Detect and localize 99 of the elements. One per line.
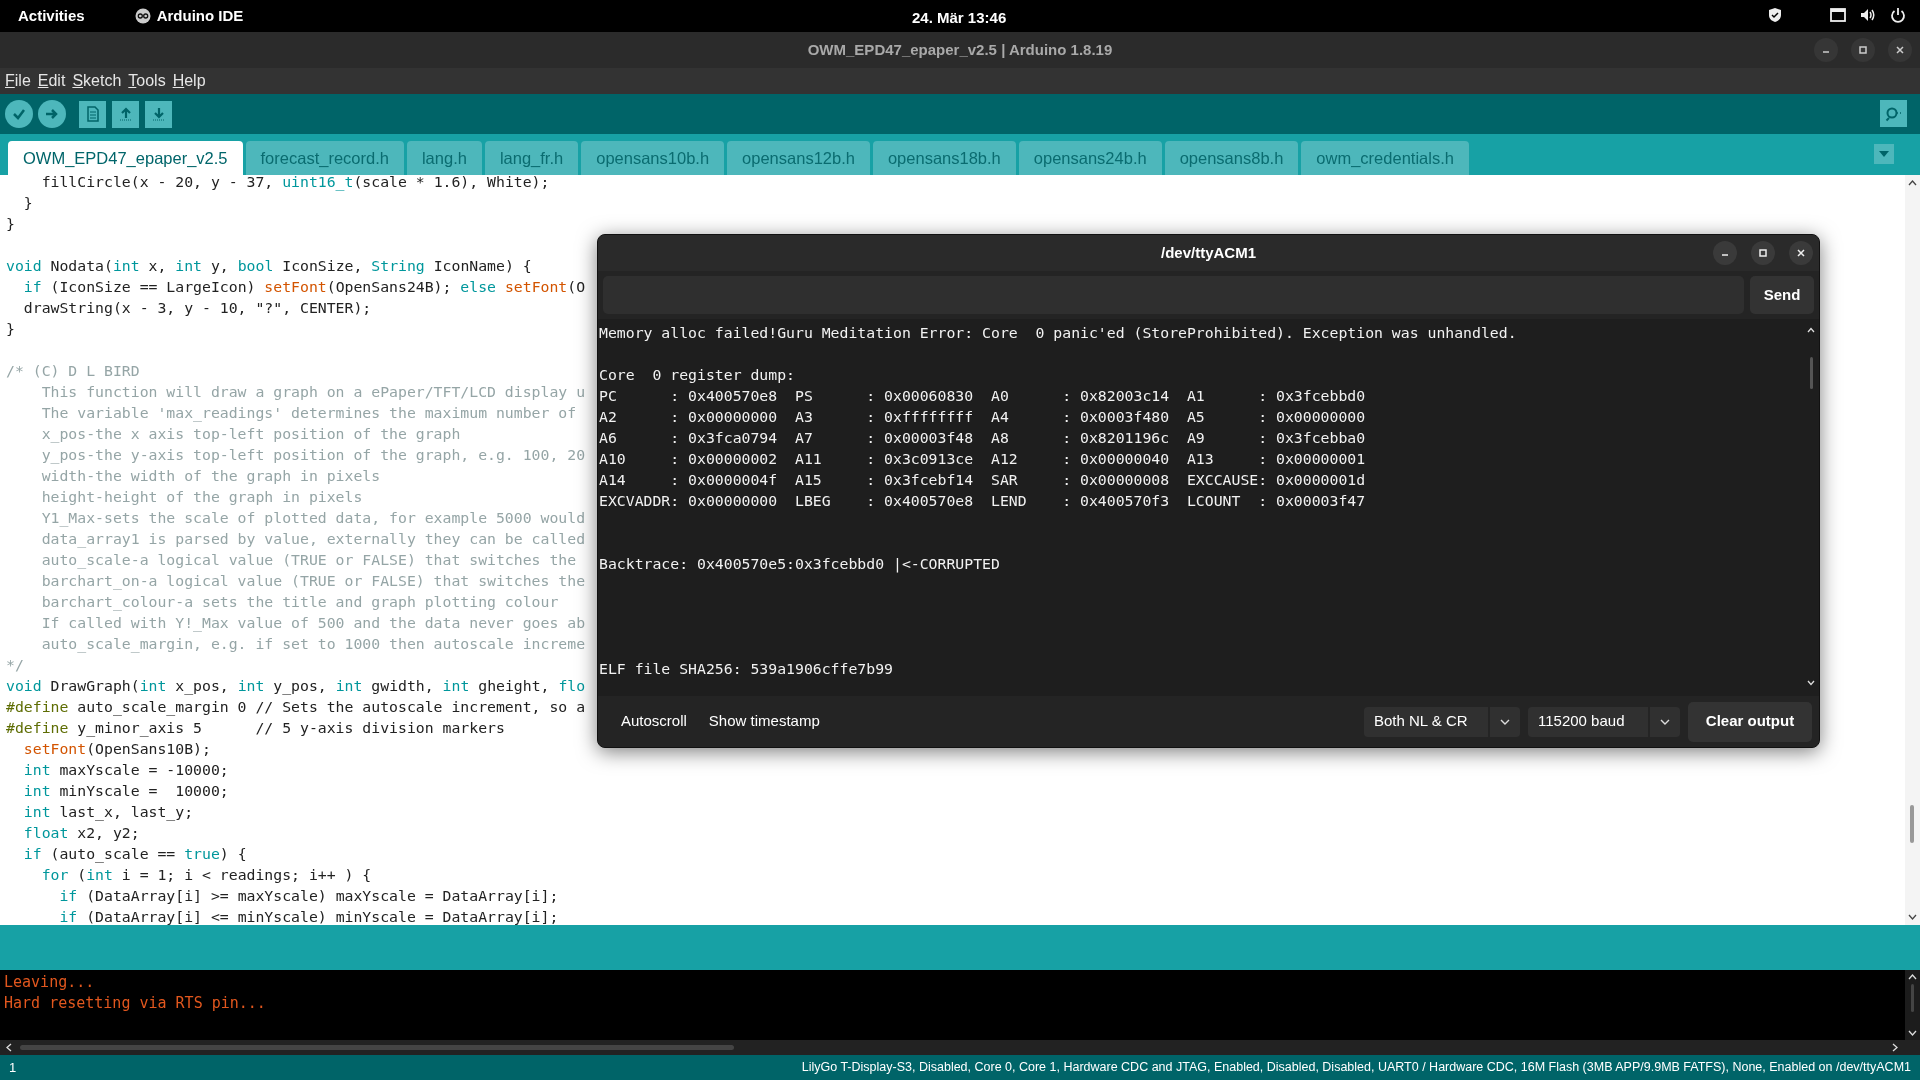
chevron-down-icon xyxy=(1660,718,1670,725)
serial-output-line: Core 0 register dump: xyxy=(599,365,795,385)
down-arrow-icon xyxy=(150,106,167,122)
search-icon xyxy=(1884,105,1903,122)
open-button[interactable] xyxy=(112,100,139,128)
up-arrow-icon xyxy=(117,106,134,122)
activities-button[interactable]: Activities xyxy=(18,4,85,28)
send-button[interactable]: Send xyxy=(1750,276,1814,314)
serial-output-line: EXCVADDR: 0x00000000 LBEG : 0x400570e8 LEND : 0x400570f3 LCOUNT : 0x00003f47 xyxy=(599,491,1366,511)
code-line: setFont(OpenSans10B); xyxy=(22,739,211,759)
close-button[interactable] xyxy=(1789,241,1813,265)
verify-button[interactable] xyxy=(5,100,33,128)
shield-icon[interactable] xyxy=(1768,7,1782,23)
code-line: } xyxy=(6,319,15,339)
maximize-icon xyxy=(1758,248,1768,258)
volume-icon[interactable] xyxy=(1860,7,1876,23)
close-icon xyxy=(1895,45,1905,55)
menu-item[interactable]: Help xyxy=(172,69,206,93)
autoscroll-button[interactable]: Autoscroll xyxy=(605,704,703,739)
code-line: width-the width of the graph in pixels xyxy=(40,466,381,486)
code-line: } xyxy=(6,214,15,234)
dropdown-arrow-button[interactable] xyxy=(1650,706,1680,737)
clock[interactable]: 24. Mär 13:46 xyxy=(912,7,1007,30)
window-title: /dev/ttyACM1 xyxy=(1161,242,1256,263)
code-line: barchart_on-a logical value (TRUE or FALSE) that switches the xyxy=(40,571,586,591)
console-scrollbar[interactable] xyxy=(1905,970,1920,1040)
document-icon xyxy=(85,106,100,122)
chevron-down-icon xyxy=(1500,718,1510,725)
code-line: fillCircle(x - 20, y - 37, uint16_t(scale * 1.6), White); xyxy=(40,175,550,192)
dropdown-arrow-button[interactable] xyxy=(1490,706,1520,737)
line-number: 1 xyxy=(9,1058,17,1077)
code-line: data_array1 is parsed by value, externally they can be called xyxy=(40,529,586,549)
code-line: Y1_Max-sets the scale of plotted data, for example 5000 would xyxy=(40,508,586,528)
clear-output-button[interactable]: Clear output xyxy=(1688,701,1812,742)
serial-output-line: Backtrace: 0x400570e5:0x3fcebbd0 |<-CORRUPTED xyxy=(599,554,1000,574)
code-line: void DrawGraph(int x_pos, int y_pos, int gwidth, int gheight, flo xyxy=(6,676,586,696)
code-line: void Nodata(int x, int y, bool IconSize, String IconName) { xyxy=(6,256,532,276)
menu-item[interactable]: Tools xyxy=(128,69,166,93)
code-line: x_pos-the x axis top-left position of the graph xyxy=(40,424,461,444)
app-menu[interactable]: Arduino IDE xyxy=(156,4,244,28)
maximize-button[interactable] xyxy=(1751,241,1775,265)
screen-icon[interactable] xyxy=(1830,8,1846,22)
code-line: if (DataArray[i] <= minYscale) minYscale = DataArray[i]; xyxy=(58,907,559,925)
code-line: This function will draw a graph on a ePaper/TFT/LCD display u xyxy=(40,382,586,402)
horizontal-scrollbar[interactable] xyxy=(0,1040,1920,1055)
code-line: barchart_colour-a sets the title and graph plotting colour xyxy=(40,592,559,612)
vertical-scrollbar[interactable] xyxy=(1905,175,1920,925)
code-line: auto_scale_margin, e.g. if set to 1000 then autoscale increme xyxy=(40,634,586,654)
maximize-button[interactable] xyxy=(1851,38,1875,62)
baud-rate-dropdown[interactable]: 115200 baud xyxy=(1528,706,1648,737)
serial-output-line: A2 : 0x00000000 A3 : 0xffffffff A4 : 0x0003f480 A5 : 0x00000000 xyxy=(599,407,1366,427)
serial-output-line: ELF file SHA256: 539a1906cffe7b99 xyxy=(599,659,893,679)
serial-output-line: Memory alloc failed!Guru Meditation Error: Core 0 panic'ed (StoreProhibited). Exception was unhandled. xyxy=(599,323,1517,343)
arduino-logo-icon xyxy=(134,8,151,24)
power-icon[interactable] xyxy=(1890,7,1906,23)
code-line: int maxYscale = -10000; xyxy=(22,760,229,780)
code-line: /* (C) D L BIRD xyxy=(6,361,140,381)
close-icon xyxy=(1796,248,1806,258)
code-line: */ xyxy=(6,655,24,675)
console-line: Hard resetting via RTS pin... xyxy=(4,993,266,1014)
serial-output-line: A6 : 0x3fca0794 A7 : 0x00003f48 A8 : 0x8201196c A9 : 0x3fcebba0 xyxy=(599,428,1366,448)
code-line: drawString(x - 3, y - 10, "?", CENTER); xyxy=(22,298,372,318)
menu-item[interactable]: File xyxy=(5,69,31,93)
save-button[interactable] xyxy=(145,100,172,128)
code-line: The variable 'max_readings' determines the maximum number of xyxy=(40,403,577,423)
line-ending-dropdown[interactable]: Both NL & CR xyxy=(1364,706,1488,737)
maximize-icon xyxy=(1858,45,1868,55)
code-line: int last_x, last_y; xyxy=(22,802,194,822)
upload-button[interactable] xyxy=(38,100,66,128)
menu-item[interactable]: Sketch xyxy=(72,69,122,93)
serial-monitor-button[interactable] xyxy=(1880,100,1907,127)
console-line: Leaving... xyxy=(4,972,95,993)
code-line: y_pos-the y-axis top-left position of the graph, e.g. 100, 20 xyxy=(40,445,586,465)
new-sketch-button[interactable] xyxy=(79,100,106,128)
code-line: auto_scale-a logical value (TRUE or FALSE) that switches the xyxy=(40,550,577,570)
tab-list-button[interactable] xyxy=(1874,144,1894,164)
code-line: for (int i = 1; i < readings; i++ ) { xyxy=(40,865,372,885)
code-line: if (DataArray[i] >= maxYscale) maxYscale = DataArray[i]; xyxy=(58,886,559,906)
window-title: OWM_EPD47_epaper_v2.5 | Arduino 1.8.19 xyxy=(807,39,1113,60)
file-tab[interactable]: OWM_EPD47_epaper_v2.5 xyxy=(8,141,243,175)
serial-output-line: A10 : 0x00000002 A11 : 0x3c0913ce A12 : 0x00000040 A13 : 0x00000001 xyxy=(599,449,1366,469)
close-button[interactable] xyxy=(1888,38,1912,62)
code-line: if (auto_scale == true) { xyxy=(22,844,247,864)
board-info: LilyGo T-Display-S3, Disabled, Core 0, Core 1, Hardware CDC and JTAG, Enabled, Disabled, Disabled, UART0 / Hardware CDC, 16M Flash (3MB APP/9.9MB FATFS), None, Enabled on /dev/ttyACM1 xyxy=(801,1059,1911,1077)
minimize-button[interactable] xyxy=(1814,38,1838,62)
code-line: If called with Y!_Max value of 500 and the data never goes ab xyxy=(40,613,586,633)
code-line: if (IconSize == LargeIcon) setFont(OpenSans24B); else setFont(O xyxy=(22,277,586,297)
code-line: float x2, y2; xyxy=(22,823,140,843)
menu-item[interactable]: Edit xyxy=(37,69,66,93)
minimize-button[interactable] xyxy=(1713,241,1737,265)
serial-output-line: A14 : 0x0000004f A15 : 0x3fcebf14 SAR : 0x00000008 EXCCAUSE: 0x0000001d xyxy=(599,470,1366,490)
show-timestamp-button[interactable]: Show timestamp xyxy=(702,704,826,739)
code-line: #define auto_scale_margin 0 // Sets the autoscale increment, so a xyxy=(6,697,586,717)
code-line: } xyxy=(22,193,33,213)
code-line: int minYscale = 10000; xyxy=(22,781,229,801)
code-line: #define y_minor_axis 5 // 5 y-axis division markers xyxy=(6,718,505,738)
triangle-down-icon xyxy=(1878,150,1890,158)
code-line: height-height of the graph in pixels xyxy=(40,487,363,507)
serial-output-line: PC : 0x400570e8 PS : 0x00060830 A0 : 0x82003c14 A1 : 0x3fcebbd0 xyxy=(599,386,1366,406)
